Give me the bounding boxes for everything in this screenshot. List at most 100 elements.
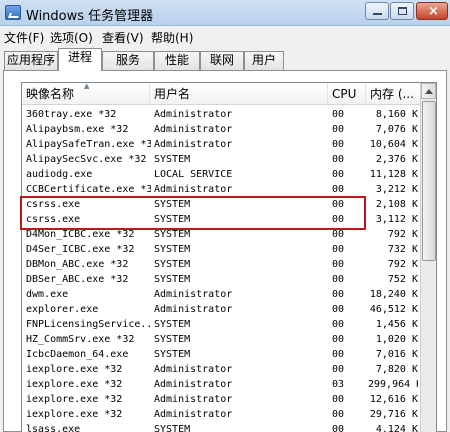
vertical-scrollbar[interactable] [420, 83, 436, 432]
cell-name: DBMon_ABC.exe *32 [26, 259, 129, 270]
cell-user: LOCAL SERVICE [154, 169, 233, 180]
cell-cpu: 00 [332, 169, 345, 180]
cell-name: AlipaySecSvc.exe *32 [26, 154, 147, 165]
table-row[interactable]: iexplore.exe *32 Administrator 00 12,616 K [22, 392, 422, 408]
cell-name: audiodg.exe [26, 169, 93, 180]
cell-mem: 4,124 K [375, 424, 418, 432]
window-title: Windows 任务管理器 [26, 9, 154, 24]
menu-view[interactable]: 查看(V) [102, 29, 144, 46]
scrollbar-thumb[interactable] [422, 101, 436, 261]
table-row[interactable]: IcbcDaemon_64.exe SYSTEM 00 7,016 K [22, 347, 422, 363]
process-list[interactable]: ▲ 映像名称 用户名 CPU 内存 (... 360tray.exe *32 Ad… [21, 82, 437, 432]
cell-user: SYSTEM [154, 319, 191, 330]
tab-performance[interactable]: 性能 [154, 51, 200, 70]
table-row[interactable]: 360tray.exe *32 Administrator 00 8,160 K [22, 107, 422, 123]
table-row[interactable]: audiodg.exe LOCAL SERVICE 00 11,128 K [22, 167, 422, 183]
cell-name: lsass.exe [26, 424, 81, 432]
cell-cpu: 00 [332, 409, 345, 420]
cell-user: Administrator [154, 304, 233, 315]
cell-name: iexplore.exe *32 [26, 379, 123, 390]
column-cpu-label: CPU [332, 87, 357, 101]
maximize-button[interactable] [390, 2, 414, 20]
table-row[interactable]: AlipaySecSvc.exe *32 SYSTEM 00 2,376 K [22, 152, 422, 168]
table-row[interactable]: D4Ser_ICBC.exe *32 SYSTEM 00 732 K [22, 242, 422, 258]
cell-user: Administrator [154, 409, 233, 420]
scroll-up-button[interactable] [421, 83, 436, 99]
cell-cpu: 03 [332, 379, 345, 390]
minimize-icon [373, 13, 382, 15]
table-row[interactable]: FNPLicensingService... SYSTEM 00 1,456 K [22, 317, 422, 333]
cell-cpu: 00 [332, 259, 345, 270]
cell-user: SYSTEM [154, 424, 191, 432]
cell-mem: 732 K [387, 244, 418, 255]
menu-file[interactable]: 文件(F) [4, 29, 44, 46]
cell-mem: 18,240 K [369, 289, 418, 300]
cell-mem: 792 K [387, 259, 418, 270]
cell-cpu: 00 [332, 319, 345, 330]
minimize-button[interactable] [365, 2, 389, 20]
column-cpu[interactable]: CPU [328, 83, 366, 105]
table-row[interactable]: iexplore.exe *32 Administrator 00 7,820 K [22, 362, 422, 378]
column-user-name[interactable]: 用户名 [150, 83, 328, 105]
cell-cpu: 00 [332, 349, 345, 360]
menu-help[interactable]: 帮助(H) [151, 29, 193, 46]
menu-bar: 文件(F) 选项(O) 查看(V) 帮助(H) [0, 26, 450, 46]
tab-services[interactable]: 服务 [102, 51, 154, 70]
cell-mem: 1,456 K [375, 319, 418, 330]
menu-options[interactable]: 选项(O) [50, 29, 93, 46]
task-manager-content: 应用程序 进程 服务 性能 联网 用户 ▲ 映像名称 用户名 CPU 内存 (.… [0, 46, 450, 432]
table-row[interactable]: AlipaySafeTran.exe *32 Administrator 00 10,… [22, 137, 422, 153]
cell-user: SYSTEM [154, 259, 191, 270]
column-image-name[interactable]: ▲ 映像名称 [22, 83, 150, 105]
cell-mem: 10,604 K [369, 139, 418, 150]
cell-name: HZ_CommSrv.exe *32 [26, 334, 135, 345]
table-row[interactable]: lsass.exe SYSTEM 00 4,124 K [22, 422, 422, 432]
cell-name: AlipaySafeTran.exe *32 [26, 139, 151, 150]
cell-name: Alipaybsm.exe *32 [26, 124, 129, 135]
table-row[interactable]: explorer.exe Administrator 00 46,512 K [22, 302, 422, 318]
close-button[interactable]: × [416, 2, 448, 20]
cell-name: iexplore.exe *32 [26, 394, 123, 405]
tab-networking[interactable]: 联网 [200, 51, 244, 70]
table-row[interactable]: HZ_CommSrv.exe *32 SYSTEM 00 1,020 K [22, 332, 422, 348]
cell-name: dwm.exe [26, 289, 69, 300]
cell-user: Administrator [154, 394, 233, 405]
table-row[interactable]: dwm.exe Administrator 00 18,240 K [22, 287, 422, 303]
tab-processes[interactable]: 进程 [58, 48, 102, 71]
cell-mem: 3,112 K [375, 214, 418, 225]
cell-user: Administrator [154, 124, 233, 135]
cell-cpu: 00 [332, 364, 345, 375]
sort-up-icon: ▲ [84, 83, 90, 90]
tab-users[interactable]: 用户 [244, 51, 284, 70]
table-row[interactable]: DBMon_ABC.exe *32 SYSTEM 00 792 K [22, 257, 422, 273]
cell-mem: 299,964 K [368, 379, 418, 390]
cell-mem: 7,076 K [375, 124, 418, 135]
cell-user: SYSTEM [154, 349, 191, 360]
cell-cpu: 00 [332, 274, 345, 285]
table-row[interactable]: iexplore.exe *32 Administrator 03 299,964 K [22, 377, 422, 393]
cell-cpu: 00 [332, 289, 345, 300]
cell-cpu: 00 [332, 244, 345, 255]
cell-cpu: 00 [332, 124, 345, 135]
cell-user: Administrator [154, 109, 233, 120]
cell-cpu: 00 [332, 394, 345, 405]
table-row[interactable]: Alipaybsm.exe *32 Administrator 00 7,076 K [22, 122, 422, 138]
process-rows: 360tray.exe *32 Administrator 00 8,160 K Ali… [22, 105, 422, 432]
column-user-name-label: 用户名 [154, 87, 191, 101]
cell-mem: 7,016 K [375, 349, 418, 360]
cell-mem: 7,820 K [375, 364, 418, 375]
cell-mem: 46,512 K [369, 304, 418, 315]
cell-cpu: 00 [332, 334, 345, 345]
cell-cpu: 00 [332, 109, 345, 120]
cell-user: SYSTEM [154, 154, 191, 165]
column-memory[interactable]: 内存 (... [366, 83, 422, 105]
cell-user: Administrator [154, 379, 233, 390]
cell-cpu: 00 [332, 424, 345, 432]
scroll-up-icon [425, 89, 433, 94]
table-row[interactable]: iexplore.exe *32 Administrator 00 29,716 K [22, 407, 422, 423]
cell-name: FNPLicensingService... [26, 319, 151, 330]
cell-mem: 11,128 K [369, 169, 418, 180]
tab-applications[interactable]: 应用程序 [4, 51, 58, 70]
title-bar[interactable]: Windows 任务管理器 × [0, 0, 450, 26]
table-row[interactable]: DBSer_ABC.exe *32 SYSTEM 00 752 K [22, 272, 422, 288]
